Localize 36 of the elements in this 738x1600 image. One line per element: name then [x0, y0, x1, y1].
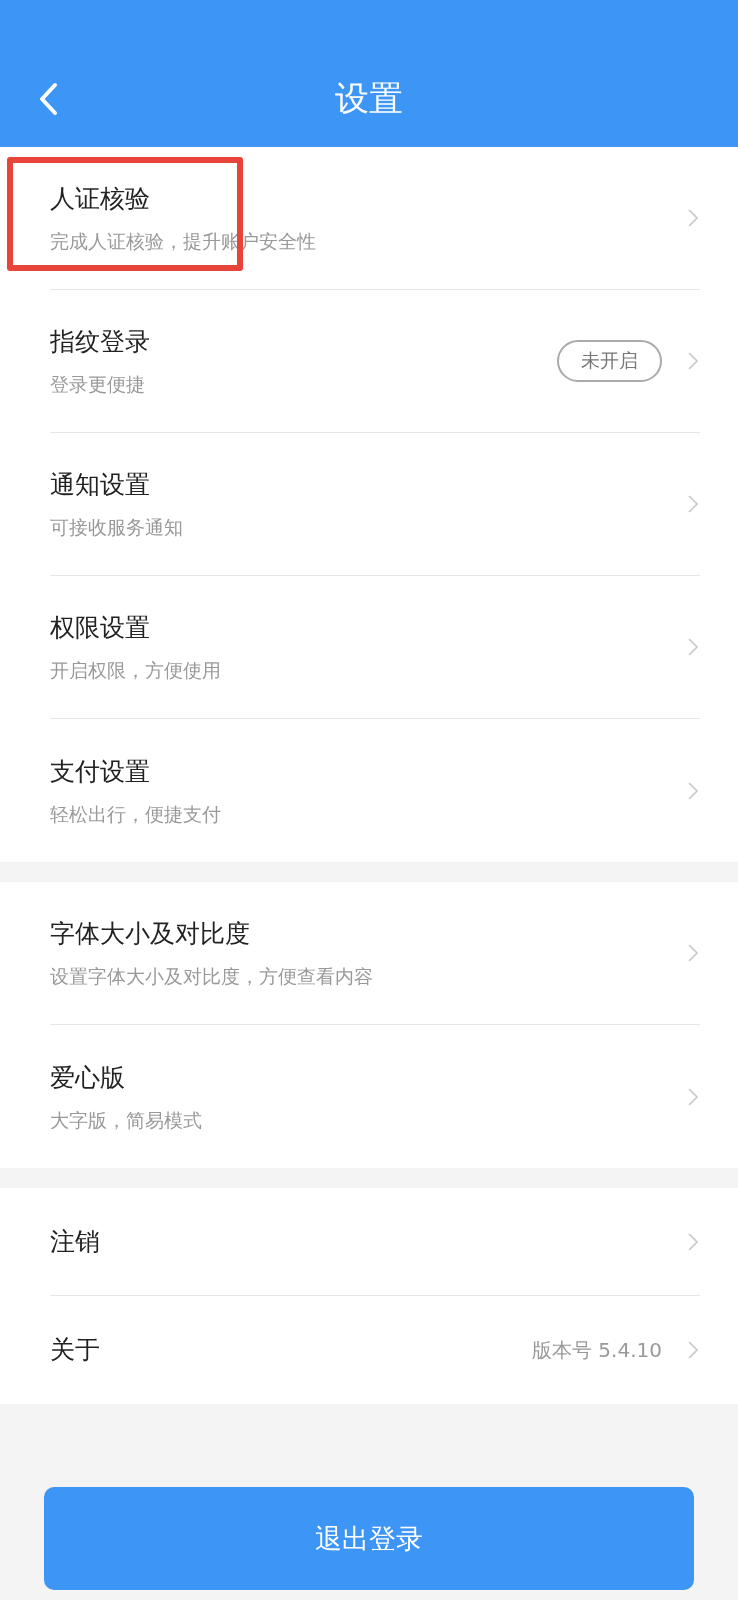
item-title: 指纹登录: [50, 326, 151, 358]
chevron-icon: [688, 352, 698, 370]
item-title: 爱心版: [50, 1061, 126, 1094]
item-title: 支付设置: [50, 755, 151, 788]
back-icon[interactable]: [38, 82, 58, 116]
version-text: 版本号 5.4.10: [532, 1336, 662, 1364]
chevron-icon: [688, 1087, 698, 1106]
settings-item[interactable]: 指纹登录 登录更便捷 未开启: [50, 290, 700, 433]
chevron-icon: [688, 944, 698, 962]
item-title: 注销: [50, 1225, 101, 1258]
item-subtitle: 登录更便捷: [50, 372, 146, 397]
chevron-icon: [688, 781, 698, 800]
page-title: 设置: [335, 76, 403, 120]
item-subtitle: 可接收服务通知: [50, 515, 184, 540]
item-title: 关于: [50, 1334, 101, 1366]
settings-item[interactable]: 字体大小及对比度 设置字体大小及对比度，方便查看内容: [50, 882, 700, 1025]
item-subtitle: 开启权限，方便使用: [50, 658, 222, 683]
item-subtitle: 大字版，简易模式: [50, 1107, 203, 1133]
item-subtitle: 设置字体大小及对比度，方便查看内容: [50, 964, 374, 989]
chevron-icon: [688, 1341, 698, 1359]
chevron-icon: [688, 638, 698, 656]
chevron-icon: [688, 1232, 698, 1251]
chevron-icon: [688, 495, 698, 513]
settings-item[interactable]: 爱心版 大字版，简易模式: [50, 1025, 700, 1168]
item-title: 字体大小及对比度: [50, 918, 251, 950]
item-title: 人证核验: [50, 183, 151, 215]
settings-item[interactable]: 权限设置 开启权限，方便使用: [50, 576, 700, 719]
item-title: 通知设置: [50, 469, 151, 501]
item-subtitle: 轻松出行，便捷支付: [50, 801, 222, 827]
settings-item[interactable]: 关于 版本号 5.4.10: [50, 1296, 700, 1404]
chevron-icon: [688, 209, 698, 227]
settings-item[interactable]: 通知设置 可接收服务通知: [50, 433, 700, 576]
settings-item[interactable]: 注销: [50, 1188, 700, 1296]
settings-item[interactable]: 支付设置 轻松出行，便捷支付: [50, 719, 700, 862]
status-badge: 未开启: [557, 340, 662, 382]
item-title: 权限设置: [50, 612, 151, 644]
